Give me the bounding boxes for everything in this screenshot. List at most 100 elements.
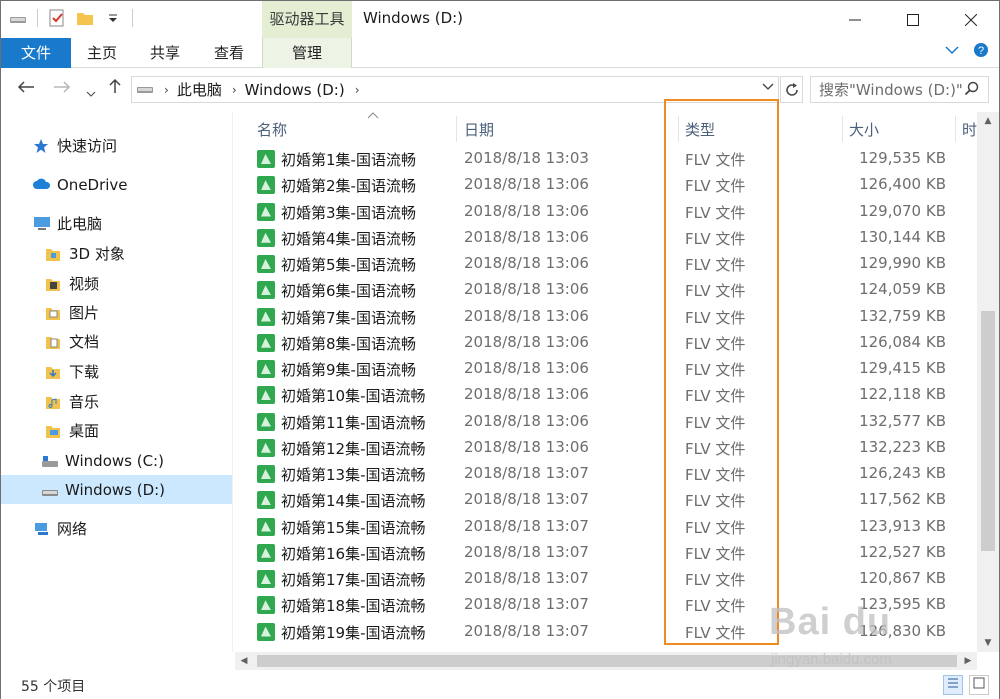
sidebar-item-pictures[interactable]: 图片 (45, 298, 99, 327)
large-icons-view-button[interactable] (969, 675, 989, 695)
scroll-up-arrow[interactable]: ▲ (977, 112, 999, 130)
table-row[interactable]: 初婚第17集-国语流畅 2018/8/18 13:07 FLV 文件 120,867 … (235, 566, 977, 592)
file-type: FLV 文件 (685, 334, 746, 353)
back-button[interactable] (17, 78, 35, 99)
column-header-name[interactable]: 名称 (257, 112, 457, 146)
search-icon[interactable] (964, 81, 980, 101)
search-box[interactable]: 搜索"Windows (D:)" (810, 76, 989, 103)
scroll-down-arrow[interactable]: ▼ (977, 634, 999, 652)
tab-view[interactable]: 查看 (197, 38, 261, 68)
sidebar-item-3d-objects[interactable]: 3D 对象 (45, 239, 125, 268)
sidebar-item-videos[interactable]: 视频 (45, 269, 99, 298)
flv-file-icon (257, 255, 275, 273)
file-date: 2018/8/18 13:07 (464, 569, 589, 587)
column-header-date[interactable]: 日期 (464, 112, 664, 146)
column-divider[interactable] (842, 116, 843, 142)
expand-ribbon-icon[interactable] (945, 42, 959, 62)
vertical-scrollbar[interactable]: ▲ ▼ (977, 112, 999, 652)
tab-home[interactable]: 主页 (71, 38, 133, 68)
quick-access-toolbar (9, 9, 133, 27)
sidebar-item-drive-c[interactable]: Windows (C:) (41, 446, 164, 475)
file-name: 初婚第19集-国语流畅 (281, 623, 426, 642)
table-row[interactable]: 初婚第12集-国语流畅 2018/8/18 13:06 FLV 文件 132,223 … (235, 435, 977, 461)
help-icon[interactable]: ? (973, 42, 989, 62)
column-header-size[interactable]: 大小 (849, 112, 949, 146)
close-button[interactable] (942, 1, 1000, 38)
customize-toolbar-icon[interactable] (104, 9, 122, 27)
column-divider[interactable] (955, 116, 956, 142)
new-folder-icon[interactable] (76, 9, 94, 27)
search-placeholder: 搜索"Windows (D:)" (819, 81, 963, 99)
file-date: 2018/8/18 13:06 (464, 306, 589, 325)
file-date: 2018/8/18 13:07 (464, 595, 589, 614)
minimize-button[interactable] (826, 1, 884, 38)
table-row[interactable]: 初婚第16集-国语流畅 2018/8/18 13:07 FLV 文件 122,527 … (235, 540, 977, 566)
folder-pictures-icon (45, 305, 63, 321)
table-row[interactable]: 初婚第5集-国语流畅 2018/8/18 13:06 FLV 文件 129,990 K… (235, 251, 977, 277)
table-row[interactable]: 初婚第7集-国语流畅 2018/8/18 13:06 FLV 文件 132,759 K… (235, 304, 977, 330)
table-row[interactable]: 初婚第2集-国语流畅 2018/8/18 13:06 FLV 文件 126,400 K… (235, 172, 977, 198)
flv-file-icon (257, 307, 275, 326)
tab-share[interactable]: 共享 (133, 38, 197, 68)
file-size: 129,535 KB (859, 149, 946, 167)
column-header-time[interactable]: 时 (962, 112, 977, 146)
scroll-right-arrow[interactable]: ▶ (959, 652, 977, 670)
sidebar-item-desktop[interactable]: 桌面 (45, 416, 99, 445)
sidebar-item-network[interactable]: 网络 (33, 514, 87, 543)
table-row[interactable]: 初婚第13集-国语流畅 2018/8/18 13:07 FLV 文件 126,243 … (235, 461, 977, 487)
pane-divider[interactable] (232, 112, 233, 652)
folder-3d-icon (45, 246, 63, 262)
table-row[interactable]: 初婚第1集-国语流畅 2018/8/18 13:03 FLV 文件 129,535 K… (235, 146, 977, 172)
sidebar-item-drive-d[interactable]: Windows (D:) (1, 475, 232, 504)
breadcrumb-separator[interactable]: › (232, 83, 237, 97)
table-row[interactable]: 初婚第9集-国语流畅 2018/8/18 13:06 FLV 文件 129,415 K… (235, 356, 977, 382)
details-view-button[interactable] (943, 675, 963, 695)
toolbar-separator (132, 9, 133, 27)
sidebar-item-documents[interactable]: 文档 (45, 327, 99, 356)
table-row[interactable]: 初婚第6集-国语流畅 2018/8/18 13:06 FLV 文件 124,059 K… (235, 277, 977, 303)
title-bar: 驱动器工具 Windows (D:) (1, 1, 999, 38)
table-row[interactable]: 初婚第3集-国语流畅 2018/8/18 13:06 FLV 文件 129,070 K… (235, 199, 977, 225)
folder-documents-icon (45, 334, 63, 350)
tab-file[interactable]: 文件 (1, 38, 71, 68)
vertical-scroll-thumb[interactable] (981, 311, 995, 551)
address-bar[interactable]: › 此电脑 › Windows (D:) › (131, 76, 779, 103)
table-row[interactable]: 初婚第18集-国语流畅 2018/8/18 13:07 FLV 文件 123,595 … (235, 592, 977, 618)
sidebar-item-downloads[interactable]: 下载 (45, 357, 99, 386)
table-row[interactable]: 初婚第15集-国语流畅 2018/8/18 13:07 FLV 文件 123,913 … (235, 514, 977, 540)
table-row[interactable]: 初婚第14集-国语流畅 2018/8/18 13:07 FLV 文件 117,562 … (235, 487, 977, 513)
forward-button[interactable] (53, 78, 71, 99)
breadcrumb-this-pc[interactable]: 此电脑 (177, 79, 222, 100)
table-row[interactable]: 初婚第19集-国语流畅 2018/8/18 13:07 FLV 文件 126,830 … (235, 619, 977, 645)
recent-locations-button[interactable] (86, 82, 96, 103)
table-row[interactable]: 初婚第10集-国语流畅 2018/8/18 13:06 FLV 文件 122,118 … (235, 382, 977, 408)
refresh-button[interactable] (780, 76, 803, 103)
horizontal-scroll-thumb[interactable] (257, 655, 957, 667)
breadcrumb-separator[interactable]: › (164, 83, 169, 97)
file-date: 2018/8/18 13:03 (464, 149, 589, 167)
breadcrumb-separator[interactable]: › (355, 83, 360, 97)
table-row[interactable]: 初婚第8集-国语流畅 2018/8/18 13:06 FLV 文件 126,084 K… (235, 330, 977, 356)
table-row[interactable]: 初婚第11集-国语流畅 2018/8/18 13:06 FLV 文件 132,577 … (235, 409, 977, 435)
flv-file-icon (257, 281, 275, 300)
file-date: 2018/8/18 13:06 (464, 227, 589, 246)
flv-file-icon (257, 333, 275, 352)
sidebar-item-quick-access[interactable]: 快速访问 (33, 131, 117, 160)
column-header-type[interactable]: 类型 (685, 112, 835, 146)
breadcrumb-drive-d[interactable]: Windows (D:) (245, 81, 345, 99)
scroll-left-arrow[interactable]: ◀ (235, 652, 253, 670)
tab-manage[interactable]: 管理 (262, 38, 352, 68)
properties-icon[interactable] (48, 9, 66, 27)
column-divider[interactable] (678, 116, 679, 142)
up-button[interactable] (107, 78, 123, 99)
maximize-button[interactable] (884, 1, 942, 38)
sidebar-item-onedrive[interactable]: OneDrive (33, 170, 128, 199)
flv-file-icon (257, 543, 275, 562)
table-row[interactable]: 初婚第4集-国语流畅 2018/8/18 13:06 FLV 文件 130,144 K… (235, 225, 977, 251)
column-divider[interactable] (456, 116, 457, 142)
address-history-dropdown[interactable] (762, 81, 774, 95)
sidebar-item-this-pc[interactable]: 此电脑 (33, 209, 102, 238)
sidebar-item-music[interactable]: 音乐 (45, 387, 99, 416)
horizontal-scrollbar[interactable]: ◀ ▶ (235, 652, 977, 670)
file-type: FLV 文件 (685, 203, 746, 222)
